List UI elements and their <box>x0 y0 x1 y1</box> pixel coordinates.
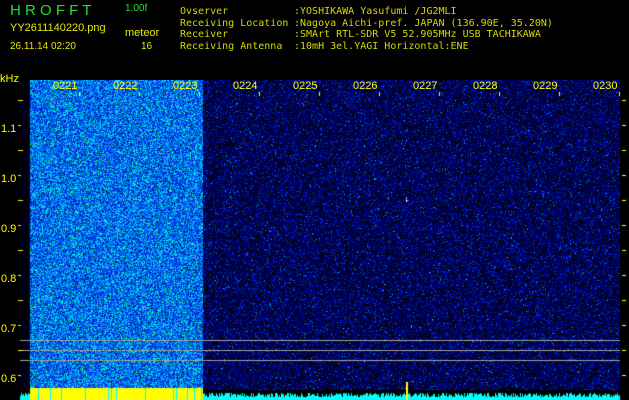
info-value: :10mH 3el.YAGI Horizontal:ENE <box>294 40 469 52</box>
x-tick-label: 0223 <box>173 80 198 92</box>
mode-label: meteor <box>125 27 160 39</box>
x-tick-label: 0230 <box>593 80 618 92</box>
y-tick-label: 0.8 <box>1 273 17 285</box>
info-value: :YOSHIKAWA Yasufumi /JG2MLI <box>294 6 457 17</box>
x-tick-label: 0222 <box>113 80 138 92</box>
info-value: :SMArt RTL-SDR V5 52.905MHz USB TACHIKAW… <box>294 29 541 40</box>
info-label: Receiving Location <box>180 17 289 29</box>
y-tick-label: 1.0 <box>1 173 17 185</box>
app-title: H R O F F T <box>10 2 92 19</box>
y-tick-label: 0.6 <box>1 373 17 385</box>
x-tick-label: 0225 <box>293 80 318 92</box>
info-label: Ovserver <box>180 6 229 17</box>
y-tick-label: 0.7 <box>1 323 17 335</box>
x-tick-label: 0228 <box>473 80 498 92</box>
meteor-count: 16 <box>141 41 153 52</box>
x-tick-label: 0224 <box>233 80 258 92</box>
y-tick-label: 0.9 <box>1 223 17 235</box>
y-tick-label: 1.1 <box>1 123 17 135</box>
file-datetime: 26.11.14 02:20 <box>10 41 76 52</box>
info-label: Receiver <box>180 29 229 40</box>
x-tick-label: 0227 <box>413 80 438 92</box>
x-tick-label: 0221 <box>53 80 78 92</box>
info-value: :Nagoya Aichi-pref. JAPAN (136.90E, 35.2… <box>294 17 553 29</box>
file-name: YY2611140220.png <box>10 22 106 34</box>
x-tick-label: 0229 <box>533 80 558 92</box>
app-version: 1.00f <box>125 3 148 14</box>
x-tick-label: 0226 <box>353 80 378 92</box>
spectrogram <box>0 80 629 400</box>
info-label: Receiving Antenna <box>180 40 283 52</box>
y-axis-label: kHz <box>0 73 19 85</box>
